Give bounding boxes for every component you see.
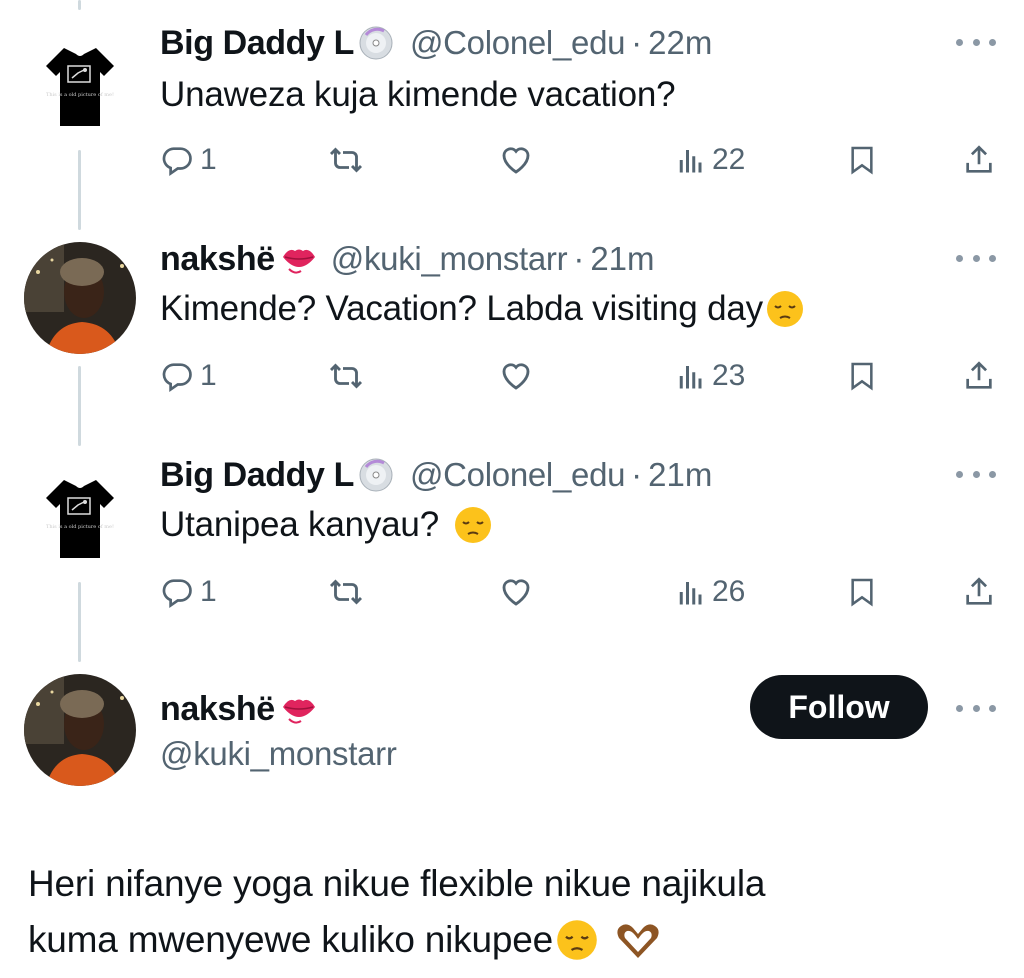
- bookmark-button[interactable]: [846, 140, 878, 180]
- repost-button[interactable]: [328, 572, 364, 612]
- bookmark-button[interactable]: [846, 572, 878, 612]
- separator: ·: [631, 456, 643, 493]
- avatar[interactable]: This is a old picture of me!: [24, 26, 136, 138]
- heart-icon: [502, 363, 530, 390]
- views-button[interactable]: 23: [676, 356, 745, 396]
- author-name[interactable]: Big Daddy L: [160, 24, 354, 63]
- share-icon: [966, 577, 992, 605]
- separator: ·: [631, 24, 643, 61]
- main-tweet-text-line1: Heri nifanye yoga nikue flexible nikue n…: [28, 863, 766, 904]
- separator: ·: [573, 240, 585, 277]
- more-options-icon[interactable]: [956, 698, 996, 718]
- views-button[interactable]: 26: [676, 572, 745, 612]
- tweet-text: Utanipea kanyau?: [160, 502, 493, 548]
- lips-kiss-icon: [279, 691, 315, 727]
- repost-icon: [329, 579, 363, 605]
- tweet-text-content: Kimende? Vacation? Labda visiting day: [160, 289, 763, 328]
- heart-icon: [502, 147, 530, 174]
- tweet-text-content: Utanipea kanyau?: [160, 505, 439, 544]
- reply-button[interactable]: 1: [160, 356, 217, 396]
- timestamp[interactable]: 22m: [648, 24, 712, 62]
- share-icon: [966, 145, 992, 173]
- bookmark-icon: [851, 146, 873, 175]
- more-options-icon[interactable]: [956, 32, 996, 52]
- repost-icon: [329, 147, 363, 173]
- reply-button[interactable]: 1: [160, 572, 217, 612]
- like-button[interactable]: [498, 356, 534, 396]
- views-count: 26: [712, 575, 746, 608]
- author-handle[interactable]: @kuki_monstarr: [331, 240, 568, 278]
- bookmark-icon: [851, 362, 873, 391]
- share-button[interactable]: [962, 356, 996, 396]
- share-button[interactable]: [962, 140, 996, 180]
- bookmark-button[interactable]: [846, 356, 878, 396]
- reply-count: 1: [200, 575, 217, 608]
- thread-line-top: [78, 0, 81, 10]
- main-tweet-text-line2: kuma mwenyewe kuliko nikupee: [28, 919, 553, 960]
- views-chart-icon: [679, 582, 702, 605]
- pensive-face-icon: [555, 918, 599, 962]
- lips-kiss-icon: [279, 241, 315, 277]
- follow-button[interactable]: Follow: [750, 675, 928, 739]
- thread-tweet[interactable]: This is a old picture of me! Big Daddy L…: [0, 20, 1024, 200]
- author-handle[interactable]: @Colonel_edu: [410, 24, 626, 62]
- heart-icon: [502, 579, 530, 606]
- author-name[interactable]: nakshë: [160, 240, 275, 279]
- like-button[interactable]: [498, 140, 534, 180]
- views-chart-icon: [679, 150, 702, 173]
- heart-hands-icon: [613, 918, 663, 962]
- more-options-icon[interactable]: [956, 248, 996, 268]
- share-button[interactable]: [962, 572, 996, 612]
- share-icon: [966, 361, 992, 389]
- repost-button[interactable]: [328, 356, 364, 396]
- main-tweet-text: Heri nifanye yoga nikue flexible nikue n…: [28, 856, 1008, 968]
- tweet-text: Kimende? Vacation? Labda visiting day: [160, 286, 805, 332]
- main-tweet-text-line2-row: kuma mwenyewe kuliko nikupee: [28, 912, 1008, 968]
- timestamp[interactable]: 21m: [648, 456, 712, 494]
- thread-tweet[interactable]: This is a old picture of me! Big Daddy L…: [0, 452, 1024, 632]
- reply-count: 1: [200, 143, 217, 176]
- tshirt-text: This is a old picture of me!: [46, 524, 114, 530]
- pensive-face-icon: [453, 505, 493, 545]
- author-name[interactable]: nakshë: [160, 690, 275, 729]
- tweet-text: Unaweza kuja kimende vacation?: [160, 72, 676, 118]
- more-options-icon[interactable]: [956, 464, 996, 484]
- avatar[interactable]: [24, 242, 136, 354]
- reply-icon: [162, 147, 192, 177]
- pensive-face-icon: [765, 289, 805, 329]
- views-chart-icon: [679, 366, 702, 389]
- tshirt-text: This is a old picture of me!: [46, 92, 114, 98]
- reply-button[interactable]: 1: [160, 140, 217, 180]
- cd-disc-icon: [358, 25, 394, 61]
- repost-button[interactable]: [328, 140, 364, 180]
- timestamp[interactable]: 21m: [590, 240, 654, 278]
- views-count: 23: [712, 359, 746, 392]
- repost-icon: [329, 363, 363, 389]
- reply-icon: [162, 579, 192, 609]
- author-handle[interactable]: @kuki_monstarr: [160, 734, 397, 774]
- tweet-text-content: Unaweza kuja kimende vacation?: [160, 75, 676, 114]
- bookmark-icon: [851, 578, 873, 607]
- views-count: 22: [712, 143, 746, 176]
- avatar[interactable]: This is a old picture of me!: [24, 458, 136, 570]
- thread-tweet[interactable]: nakshë @kuki_monstarr · 21m Kimende? Vac…: [0, 236, 1024, 416]
- reply-count: 1: [200, 359, 217, 392]
- author-handle[interactable]: @Colonel_edu: [410, 456, 626, 494]
- views-button[interactable]: 22: [676, 140, 745, 180]
- reply-icon: [162, 363, 192, 393]
- avatar[interactable]: [24, 674, 136, 786]
- like-button[interactable]: [498, 572, 534, 612]
- author-name[interactable]: Big Daddy L: [160, 456, 354, 495]
- cd-disc-icon: [358, 457, 394, 493]
